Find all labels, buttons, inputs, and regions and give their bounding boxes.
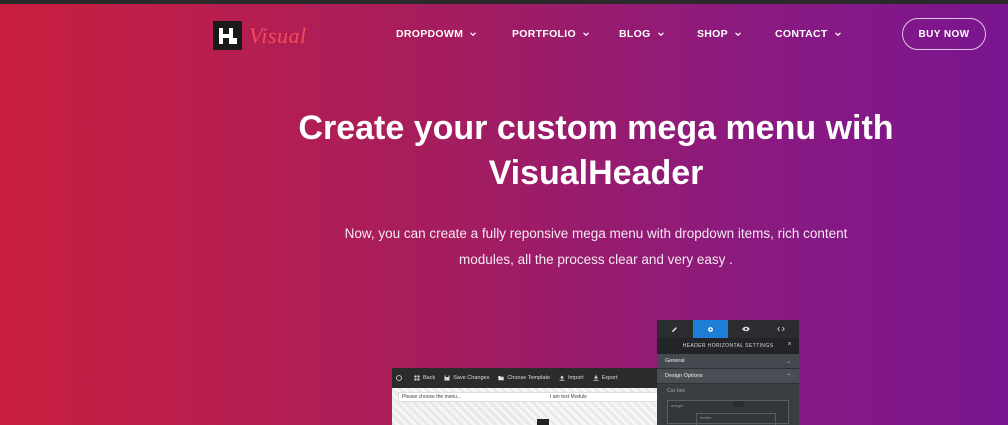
margin-top-input[interactable] bbox=[734, 401, 744, 407]
nav-item-contact[interactable]: CONTACT bbox=[775, 28, 842, 40]
close-icon[interactable]: × bbox=[788, 341, 793, 348]
section-general-label: General bbox=[665, 358, 685, 364]
border-label: border bbox=[700, 415, 712, 420]
css-box-label: Css box bbox=[667, 388, 686, 394]
chevron-down-icon bbox=[470, 32, 477, 37]
nav-label: PORTFOLIO bbox=[512, 28, 576, 40]
logo-text: Visual bbox=[249, 22, 307, 48]
nav-item-shop[interactable]: SHOP bbox=[697, 28, 742, 40]
code-icon bbox=[777, 326, 785, 332]
hero-title: Create your custom mega menu with Visual… bbox=[250, 106, 942, 196]
grid-icon bbox=[414, 375, 420, 381]
builder-canvas: Please choose the menu... I am text Modu… bbox=[392, 388, 658, 425]
eye-icon bbox=[742, 326, 750, 332]
tab-code[interactable] bbox=[764, 320, 800, 338]
nav-label: CONTACT bbox=[775, 28, 828, 40]
menu-placeholder: Please choose the menu... bbox=[402, 394, 462, 400]
buy-now-button[interactable]: BUY NOW bbox=[902, 18, 986, 50]
pencil-icon bbox=[672, 326, 678, 332]
save-icon bbox=[444, 375, 450, 381]
css-box-editor[interactable]: margin border bbox=[667, 400, 789, 425]
choose-template-label: Choose Template bbox=[507, 375, 551, 381]
chevron-down-icon bbox=[834, 32, 841, 37]
section-general[interactable]: General ⌄ bbox=[657, 354, 799, 369]
hero-subtitle-line1: Now, you can create a fully reponsive me… bbox=[344, 226, 848, 241]
chevron-down-icon: ⌄ bbox=[785, 358, 791, 365]
top-border bbox=[0, 0, 1008, 4]
section-design-options-label: Design Options bbox=[665, 373, 703, 379]
nav-item-dropdown[interactable]: DROPDOWM bbox=[396, 28, 477, 40]
h-logo-icon bbox=[213, 21, 242, 50]
upload-icon bbox=[559, 375, 565, 381]
panel-title: HEADER HORIZONTAL SETTINGS × bbox=[657, 338, 799, 354]
margin-label: margin bbox=[671, 403, 684, 408]
panel-title-text: HEADER HORIZONTAL SETTINGS bbox=[682, 343, 774, 349]
text-module[interactable]: I am text Module bbox=[550, 394, 587, 400]
hero-subtitle: Now, you can create a fully reponsive me… bbox=[300, 221, 892, 273]
hero-subtitle-line2: modules, all the process clear and very … bbox=[459, 252, 733, 267]
chevron-down-icon bbox=[657, 32, 664, 37]
tab-edit[interactable] bbox=[657, 320, 693, 338]
builder-toolbar: Back Save Changes Choose Template Import… bbox=[392, 368, 658, 388]
download-icon bbox=[593, 375, 599, 381]
chevron-up-icon: ⌃ bbox=[785, 373, 791, 380]
save-changes-button[interactable]: Save Changes bbox=[444, 375, 489, 381]
import-button[interactable]: Import bbox=[559, 375, 584, 381]
export-label: Export bbox=[601, 375, 618, 381]
folder-icon bbox=[498, 376, 505, 381]
choose-template-button[interactable]: Choose Template bbox=[498, 375, 550, 381]
nav-label: SHOP bbox=[697, 28, 728, 40]
chevron-down-icon bbox=[583, 32, 589, 37]
settings-panel: HEADER HORIZONTAL SETTINGS × General ⌄ D… bbox=[657, 320, 799, 425]
save-changes-label: Save Changes bbox=[453, 375, 490, 381]
nav-label: DROPDOWM bbox=[396, 28, 464, 40]
panel-tabs bbox=[657, 320, 799, 338]
section-design-options[interactable]: Design Options ⌃ bbox=[657, 369, 799, 384]
gear-icon bbox=[707, 326, 713, 332]
tab-preview[interactable] bbox=[728, 320, 764, 338]
wordpress-icon bbox=[396, 375, 402, 381]
hero-title-line1: Create your custom mega menu with bbox=[298, 109, 894, 147]
import-label: Import bbox=[568, 375, 584, 381]
menu-row[interactable]: Please choose the menu... I am text Modu… bbox=[398, 392, 658, 402]
back-label: Back bbox=[423, 375, 436, 381]
hero-title-line2: VisualHeader bbox=[488, 154, 704, 192]
export-button[interactable]: Export bbox=[593, 375, 618, 381]
tab-settings[interactable] bbox=[692, 320, 728, 338]
nav-label: BLOG bbox=[619, 28, 651, 40]
nav-item-blog[interactable]: BLOG bbox=[619, 28, 665, 40]
border-box[interactable]: border bbox=[696, 413, 776, 425]
builder-preview: Back Save Changes Choose Template Import… bbox=[392, 368, 658, 425]
drag-handle[interactable] bbox=[537, 419, 549, 425]
back-button[interactable]: Back bbox=[414, 375, 435, 381]
chevron-down-icon bbox=[735, 32, 741, 37]
nav-item-portfolio[interactable]: PORTFOLIO bbox=[512, 28, 590, 40]
brand-logo[interactable]: Visual bbox=[213, 21, 307, 50]
wordpress-button[interactable] bbox=[396, 375, 405, 381]
